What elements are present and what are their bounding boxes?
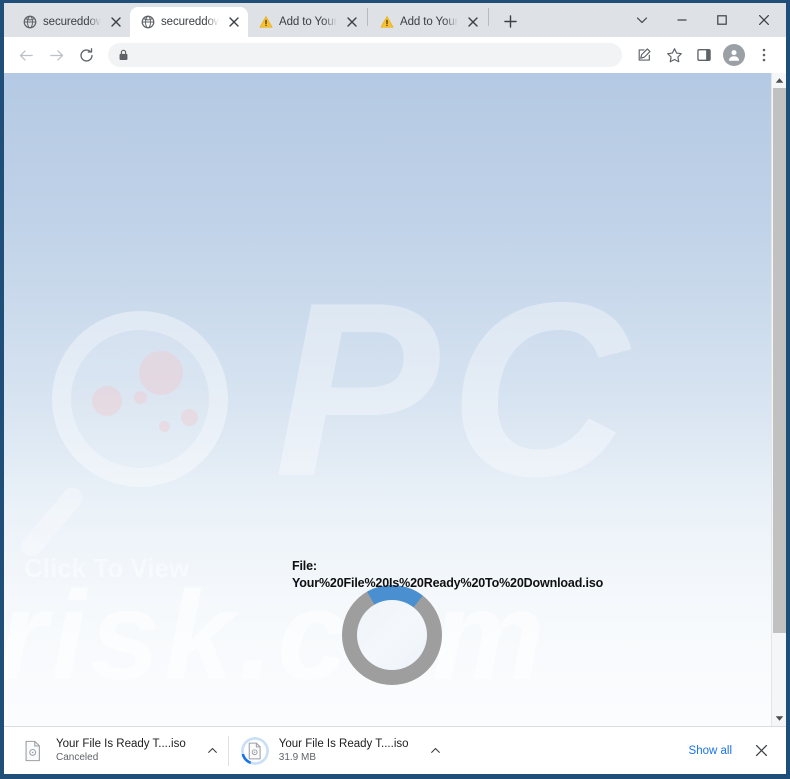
tab-strip: secureddownload secureddownload	[4, 3, 786, 37]
download-menu-chevron-up-icon[interactable]	[425, 740, 447, 762]
shelf-separator	[227, 735, 229, 766]
watermark-pc-logo: PC	[274, 250, 639, 528]
lock-icon	[118, 49, 129, 61]
download-text-1: Your File Is Ready T....iso Canceled	[56, 738, 186, 763]
download-file-name: Your File Is Ready T....iso	[278, 738, 409, 750]
download-item-1[interactable]: Your File Is Ready T....iso Canceled	[8, 731, 226, 771]
watermark-dot	[139, 351, 183, 395]
scroll-up-arrow-icon[interactable]	[772, 73, 786, 88]
page-content: PC Click To View risk.com File: Your%20F…	[4, 73, 771, 726]
download-item-2[interactable]: Your File Is Ready T....iso 31.9 MB	[231, 731, 449, 771]
tab-close-icon[interactable]	[344, 14, 360, 30]
browser-tab-4[interactable]: Add to Your Brows	[369, 7, 487, 37]
download-shelf: Your File Is Ready T....iso Canceled You…	[4, 726, 786, 774]
download-status: Canceled	[56, 752, 99, 763]
download-status: 31.9 MB	[278, 752, 317, 763]
file-icon-with-progress	[240, 736, 269, 765]
watermark-dot	[134, 391, 147, 404]
share-icon[interactable]	[630, 41, 658, 69]
tab-close-icon[interactable]	[465, 14, 481, 30]
watermark-dot	[181, 409, 198, 426]
tab-search-chevron-down-icon[interactable]	[622, 5, 662, 35]
tab-close-icon[interactable]	[226, 14, 242, 30]
file-label-name: Your%20File%20Is%20Ready%20To%20Download…	[292, 575, 604, 590]
loading-spinner	[342, 585, 442, 685]
download-text-2: Your File Is Ready T....iso 31.9 MB	[279, 738, 409, 763]
browser-toolbar	[4, 37, 786, 73]
maximize-icon[interactable]	[702, 5, 742, 35]
download-progress-ring	[240, 736, 269, 765]
file-name-label: File: Your%20File%20Is%20Ready%20To%20Do…	[292, 558, 712, 591]
download-file-name: Your File Is Ready T....iso	[56, 738, 186, 750]
browser-window: secureddownload secureddownload	[0, 0, 790, 779]
three-dot-menu-icon[interactable]	[750, 41, 778, 69]
file-label-prefix: File:	[292, 559, 317, 573]
tab-separator	[488, 8, 489, 26]
browser-tab-1[interactable]: secureddownload	[12, 7, 130, 37]
tab-title: Add to Your Brows	[279, 16, 338, 28]
tab-title: secureddownload	[161, 16, 220, 28]
browser-tab-2[interactable]: secureddownload	[130, 7, 248, 37]
scrollbar-thumb[interactable]	[773, 88, 786, 633]
close-shelf-icon[interactable]	[748, 738, 774, 764]
tab-separator	[367, 8, 368, 26]
side-panel-icon[interactable]	[690, 41, 718, 69]
scroll-down-arrow-icon[interactable]	[772, 711, 786, 726]
tab-close-icon[interactable]	[108, 14, 124, 30]
forward-arrow-icon[interactable]	[42, 41, 70, 69]
tab-title: secureddownload	[43, 16, 102, 28]
toolbar-right-actions	[630, 41, 778, 69]
show-all-downloads-button[interactable]: Show all	[677, 739, 744, 763]
back-arrow-icon[interactable]	[12, 41, 40, 69]
watermark-risk-com: risk.com	[4, 565, 549, 706]
profile-avatar[interactable]	[723, 44, 745, 66]
reload-icon[interactable]	[72, 41, 100, 69]
window-controls	[622, 3, 786, 37]
file-icon	[18, 737, 46, 765]
star-bookmark-icon[interactable]	[660, 41, 688, 69]
shelf-right-actions: Show all	[677, 738, 778, 764]
address-bar[interactable]	[108, 43, 622, 67]
warning-icon	[258, 15, 273, 30]
warning-icon	[379, 15, 394, 30]
new-tab-button[interactable]	[496, 7, 524, 35]
watermark-dot	[159, 421, 170, 432]
watermark-dot	[92, 386, 122, 416]
minimize-icon[interactable]	[662, 5, 702, 35]
close-window-icon[interactable]	[742, 5, 786, 35]
tab-title: Add to Your Brows	[400, 16, 459, 28]
browser-tab-3[interactable]: Add to Your Brows	[248, 7, 366, 37]
globe-icon	[22, 15, 37, 30]
page-viewport: PC Click To View risk.com File: Your%20F…	[4, 73, 786, 726]
page-scrollbar[interactable]	[771, 73, 786, 726]
globe-icon	[140, 15, 155, 30]
download-menu-chevron-up-icon[interactable]	[202, 740, 224, 762]
